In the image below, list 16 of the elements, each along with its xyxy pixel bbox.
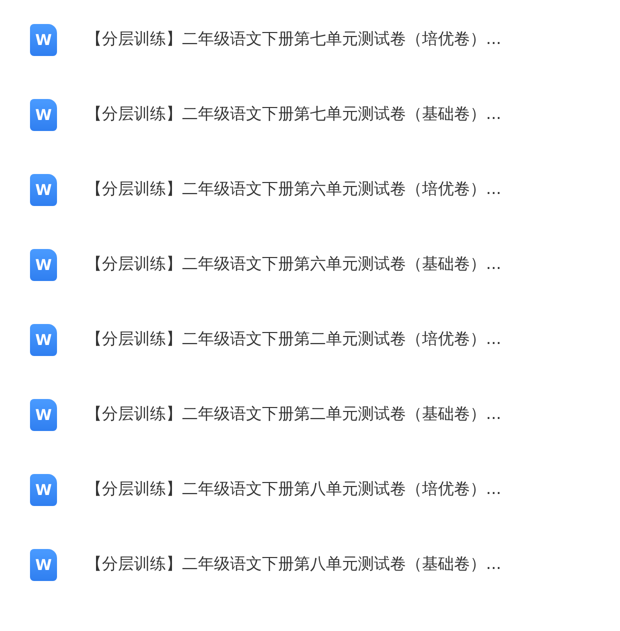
document-icon: W xyxy=(30,98,57,130)
document-icon: W xyxy=(30,548,57,580)
document-icon: W xyxy=(30,324,57,356)
file-name[interactable]: 【分层训练】二年级语文下册第二单元测试卷（基础卷）... xyxy=(86,404,502,425)
file-name[interactable]: 【分层训练】二年级语文下册第八单元测试卷（培优卷）... xyxy=(86,479,502,500)
document-icon: W xyxy=(30,24,57,56)
document-icon: W xyxy=(30,398,57,430)
file-name[interactable]: 【分层训练】二年级语文下册第七单元测试卷（培优卷）... xyxy=(86,29,502,50)
file-name[interactable]: 【分层训练】二年级语文下册第七单元测试卷（基础卷）... xyxy=(86,104,502,125)
file-name[interactable]: 【分层训练】二年级语文下册第六单元测试卷（培优卷）... xyxy=(86,179,502,200)
document-icon: W xyxy=(30,474,57,506)
file-name[interactable]: 【分层训练】二年级语文下册第六单元测试卷（基础卷）... xyxy=(86,254,502,275)
document-icon: W xyxy=(30,174,57,206)
file-name[interactable]: 【分层训练】二年级语文下册第八单元测试卷（基础卷）... xyxy=(86,554,502,575)
file-name[interactable]: 【分层训练】二年级语文下册第二单元测试卷（培优卷）... xyxy=(86,329,502,350)
document-icon: W xyxy=(30,248,57,280)
